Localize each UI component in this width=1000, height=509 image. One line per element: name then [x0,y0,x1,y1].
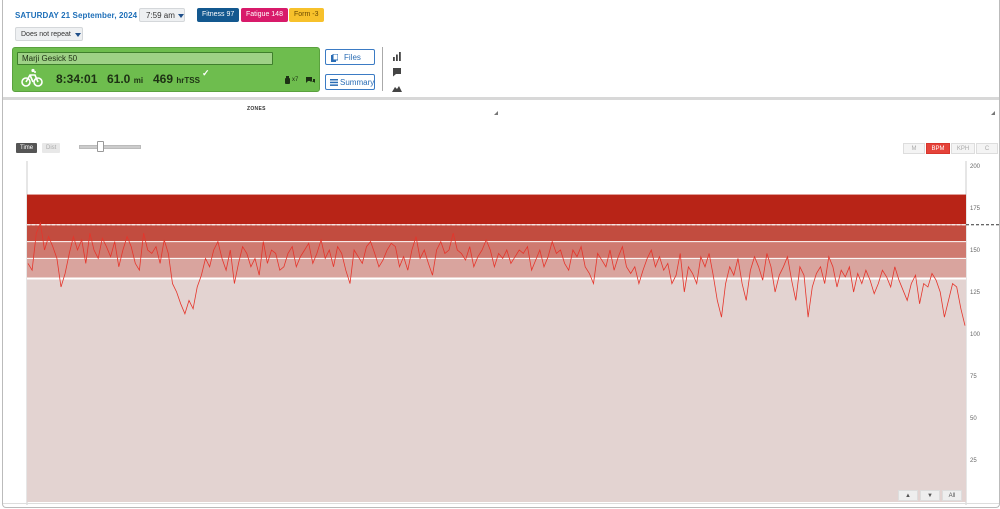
equipment-count: x7 [292,77,299,83]
workout-load: 469 hrTSS [153,72,200,86]
workout-distance: 61.0 mi [107,72,143,86]
y-tick-label: 25 [970,458,977,464]
metric-toggle-kph[interactable]: KPH [951,143,975,154]
workout-title-input[interactable] [17,52,273,65]
zone-band-4 [27,224,966,242]
form-badge: Form -3 [289,8,324,22]
zone-bands [27,194,966,502]
workout-header: SATURDAY 21 September, 2024 7:59 am Fitn… [3,0,999,97]
fitness-badge: Fitness 97 [197,8,240,22]
section-divider [3,97,999,100]
resize-handle-icon[interactable] [494,111,498,115]
load-unit: hrTSS [176,76,200,85]
show-all-button[interactable]: All [942,490,962,501]
workout-card: 8:34:01 61.0 mi 469 hrTSS ✓ x7 [12,47,320,92]
comments-icon[interactable] [306,76,315,84]
y-tick-label: 50 [970,416,977,422]
time-toggle[interactable]: Time [16,143,38,153]
completed-check-icon: ✓ [202,68,210,78]
distance-toggle[interactable]: Dist [42,143,61,153]
summary-label: Summary [340,78,375,87]
zoom-slider-track[interactable] [79,145,141,149]
zones-header: ZONES [247,106,266,112]
zoom-slider-handle[interactable] [97,141,104,152]
comment-icon[interactable] [392,67,402,77]
repeat-select[interactable]: Does not repeat [15,27,83,41]
y-tick-label: 175 [970,206,981,212]
files-label: Files [344,53,361,62]
y-axis-ticks: 200 175 150 125 100 75 50 25 [970,164,981,464]
workout-window: SATURDAY 21 September, 2024 7:59 am Fitn… [2,0,1000,508]
chevron-down-icon [75,33,81,37]
zone-band-3 [27,241,966,259]
zone-band-1 [27,278,966,502]
metric-toggle-m[interactable]: M [903,143,925,154]
bike-icon [21,68,43,87]
heart-rate-chart[interactable]: 200 175 150 125 100 75 50 25 [3,155,999,505]
summary-button[interactable]: Summary [325,74,375,90]
y-tick-label: 150 [970,248,981,254]
time-value: 7:59 am [146,11,175,20]
repeat-value: Does not repeat [21,31,71,38]
time-select[interactable]: 7:59 am [139,8,185,22]
chevron-down-icon [178,14,184,18]
list-icon [330,79,338,86]
equipment-icon[interactable] [284,76,291,84]
distance-unit: mi [133,76,144,85]
y-tick-label: 200 [970,164,981,170]
fatigue-badge: Fatigue 148 [241,8,288,22]
elevation-icon[interactable] [392,83,402,93]
workout-duration: 8:34:01 [56,72,98,86]
scroll-up-button[interactable]: ▲ [898,490,918,501]
workout-date[interactable]: SATURDAY 21 September, 2024 [15,11,137,20]
y-tick-label: 125 [970,290,981,296]
y-tick-label: 100 [970,332,981,338]
bar-chart-icon[interactable] [392,51,402,61]
metric-toggle-c[interactable]: C [976,143,998,154]
bottom-divider [3,503,999,504]
files-icon [331,54,338,62]
scroll-down-button[interactable]: ▼ [920,490,940,501]
metric-toggle-bpm[interactable]: BPM [926,143,950,154]
load-value: 469 [153,72,174,86]
files-button[interactable]: Files [325,49,375,65]
distance-value: 61.0 [107,72,131,86]
resize-handle-icon[interactable] [991,111,995,115]
y-tick-label: 75 [970,374,977,380]
zone-band-5 [27,194,966,225]
toolbar-divider [382,47,383,91]
